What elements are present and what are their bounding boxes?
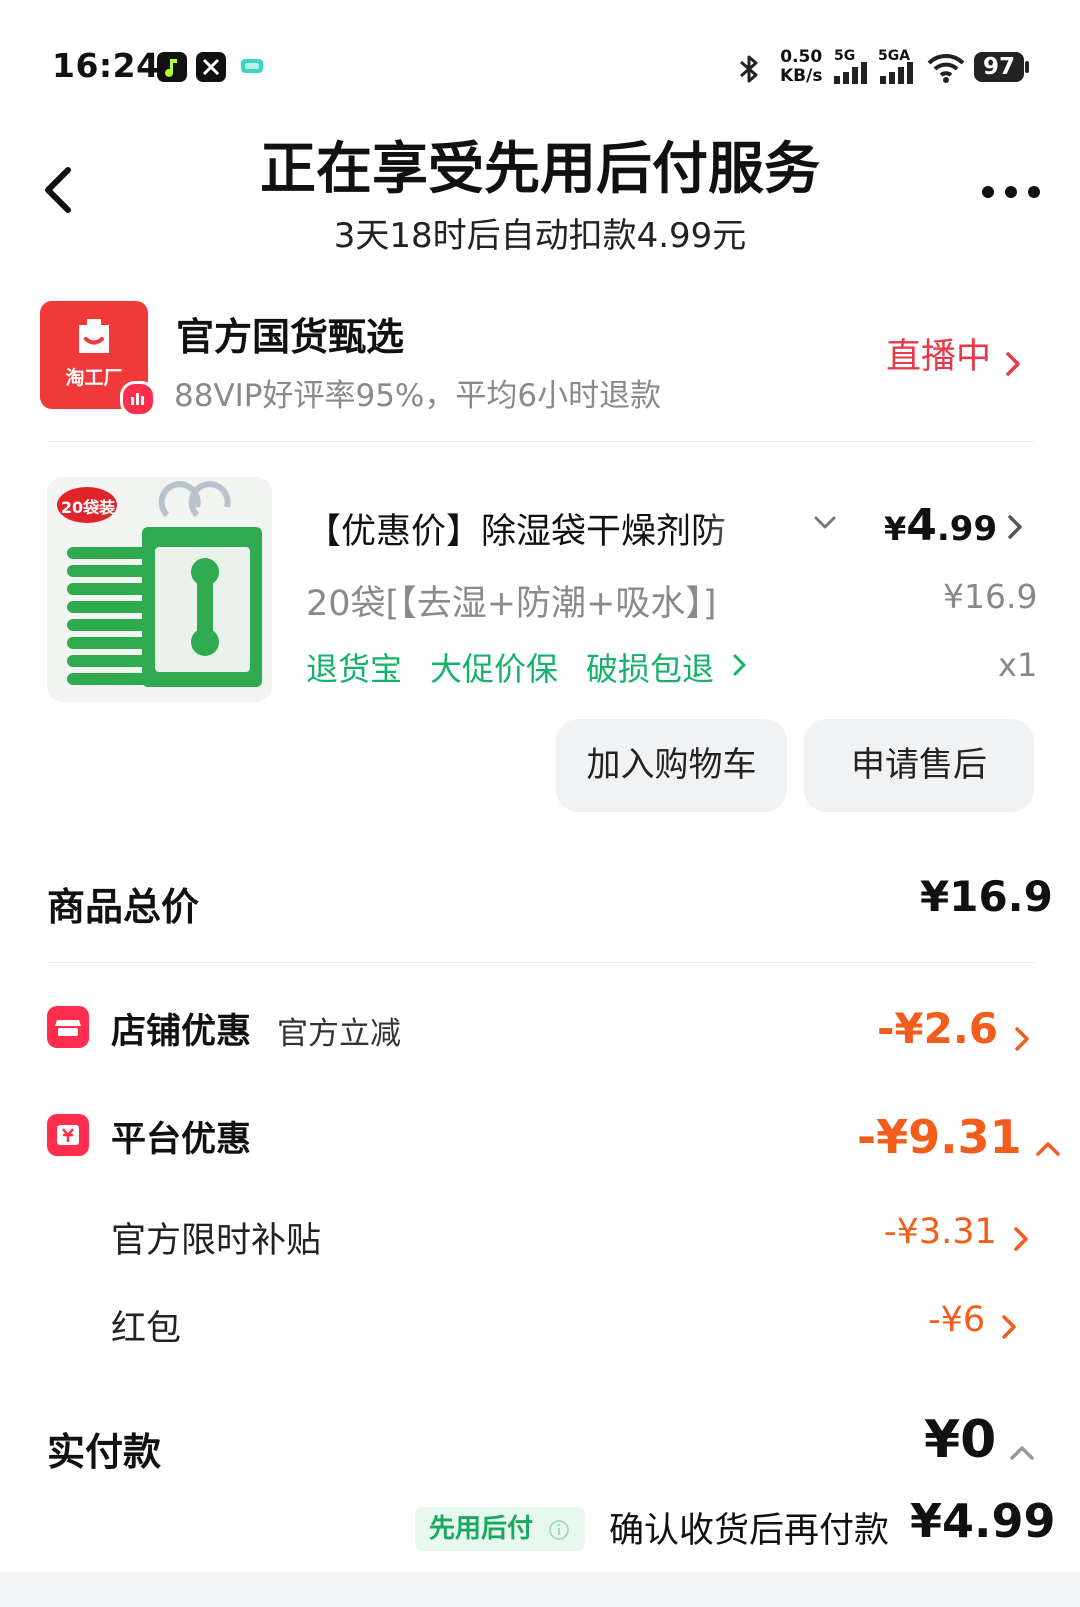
pay-later-tag[interactable]: 先用后付 <box>415 1507 585 1551</box>
signal-icon-2 <box>880 62 916 88</box>
status-time: 16:24 <box>52 46 160 85</box>
platform-discount-label: 平台优惠 <box>111 1120 252 1160</box>
wifi-icon <box>926 52 966 88</box>
platform-item-value: -¥3.31 <box>884 1212 997 1252</box>
more-dots-icon <box>982 186 1040 198</box>
services-chevron-icon[interactable] <box>730 652 750 682</box>
pay-later-amount: ¥4.99 <box>910 1494 1056 1548</box>
live-button[interactable]: 直播中 <box>886 328 1024 379</box>
order-detail-page: 16:24 0.50 KB/s 5G 5GA 97 正在享受先用后付服务 3天1… <box>0 0 1080 1572</box>
store-name[interactable]: 官方国货甄选 <box>176 306 404 361</box>
chevron-down-icon[interactable] <box>812 512 838 536</box>
x-app-icon <box>196 52 226 82</box>
product-image[interactable]: 20袋装 <box>47 477 272 702</box>
store-discount-desc: 官方立减 <box>277 1016 401 1052</box>
paid-value: ¥0 <box>924 1410 997 1470</box>
product-quantity: x1 <box>998 646 1038 684</box>
product-sku: 20袋[【去湿+防潮+吸水】] <box>306 584 717 624</box>
platform-item-label: 官方限时补贴 <box>111 1221 322 1261</box>
more-button[interactable] <box>978 170 1048 210</box>
title-fade <box>700 500 790 550</box>
add-to-cart-button[interactable]: 加入购物车 <box>556 719 787 812</box>
product-original-price: ¥16.9 <box>943 577 1038 616</box>
service-damage-refund[interactable]: 破损包退 <box>586 644 714 690</box>
divider <box>47 962 1034 963</box>
page-title: 正在享受先用后付服务 <box>260 137 820 202</box>
battery-indicator: 97 <box>974 52 1029 82</box>
paid-label: 实付款 <box>47 1430 162 1474</box>
store-discount-value: -¥2.6 <box>877 1004 999 1053</box>
pay-later-note: 确认收货后再付款 <box>609 1511 890 1551</box>
store-bag-icon <box>79 319 109 353</box>
chevron-up-icon <box>1010 1445 1035 1460</box>
platform-item-row-button[interactable]: -¥6 <box>928 1300 1020 1342</box>
store-discount-row-button[interactable]: -¥2.6 <box>877 1004 1033 1054</box>
store-logo[interactable]: 淘工厂 <box>40 301 156 417</box>
platform-discount-value: -¥9.31 <box>857 1110 1022 1164</box>
price-detail-chevron-icon[interactable] <box>1004 512 1026 546</box>
total-label: 商品总价 <box>47 885 200 929</box>
store-discount-label: 店铺优惠 <box>111 1012 252 1052</box>
chevron-up-icon <box>1035 1141 1060 1156</box>
paid-row-button[interactable]: ¥0 <box>924 1410 1037 1470</box>
product-image-badge: 20袋装 <box>60 498 116 517</box>
total-value: ¥16.9 <box>920 872 1053 921</box>
platform-item-row-button[interactable]: -¥3.31 <box>884 1212 1032 1254</box>
chevron-right-icon <box>1006 351 1020 376</box>
service-return-insurance[interactable]: 退货宝 <box>306 644 402 690</box>
chevron-right-icon <box>1014 1226 1028 1251</box>
music-app-icon <box>157 52 187 82</box>
chevron-right-icon <box>1015 1026 1029 1051</box>
bluetooth-icon <box>736 52 762 90</box>
live-label: 直播中 <box>886 337 992 377</box>
info-icon <box>549 1519 569 1540</box>
live-bars-icon <box>120 381 156 417</box>
after-sale-button[interactable]: 申请售后 <box>804 719 1034 812</box>
store-discount-icon <box>47 1006 89 1048</box>
network-speed: 0.50 KB/s <box>780 47 823 86</box>
platform-discount-icon <box>47 1114 89 1156</box>
signal-icon-1 <box>834 62 870 88</box>
service-price-protection[interactable]: 大促价保 <box>430 644 558 690</box>
platform-item-value: -¥6 <box>928 1300 986 1340</box>
platform-item-label: 红包 <box>111 1309 182 1349</box>
store-rating: 88VIP好评率95%，平均6小时退款 <box>174 378 662 414</box>
pay-later-tag-text: 先用后付 <box>429 1514 534 1544</box>
platform-discount-row-button[interactable]: -¥9.31 <box>857 1110 1063 1164</box>
chevron-right-icon <box>1002 1314 1017 1339</box>
chat-app-icon <box>238 52 268 82</box>
divider <box>47 441 1034 442</box>
page-subtitle: 3天18时后自动扣款4.99元 <box>333 216 747 256</box>
product-price: ¥4.99 <box>884 500 998 551</box>
